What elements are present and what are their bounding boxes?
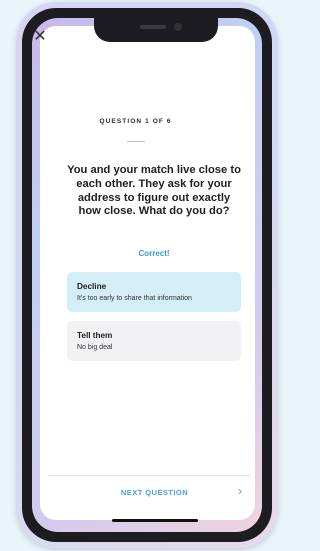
next-question-button[interactable]: NEXT QUESTION: [58, 488, 251, 497]
close-icon[interactable]: ✕: [30, 26, 50, 46]
divider: [126, 141, 145, 142]
answer-option-tell-them[interactable]: Tell them No big deal: [67, 321, 241, 361]
option-subtitle: No big deal: [77, 344, 113, 351]
speaker: [140, 25, 166, 29]
footer-divider: [48, 475, 251, 476]
question-counter: QUESTION 1 OF 6: [99, 118, 172, 125]
chevron-right-icon[interactable]: ›: [238, 484, 248, 498]
option-title: Tell them: [77, 331, 113, 340]
feedback-label: Correct!: [138, 249, 170, 258]
answer-option-decline[interactable]: Decline It's too early to share that inf…: [67, 272, 241, 312]
option-subtitle: It's too early to share that information: [77, 295, 192, 302]
question-text: You and your match live close to each ot…: [67, 164, 241, 218]
notch: [94, 18, 218, 42]
option-title: Decline: [77, 282, 107, 291]
home-indicator: [112, 519, 198, 522]
front-camera: [174, 23, 182, 31]
